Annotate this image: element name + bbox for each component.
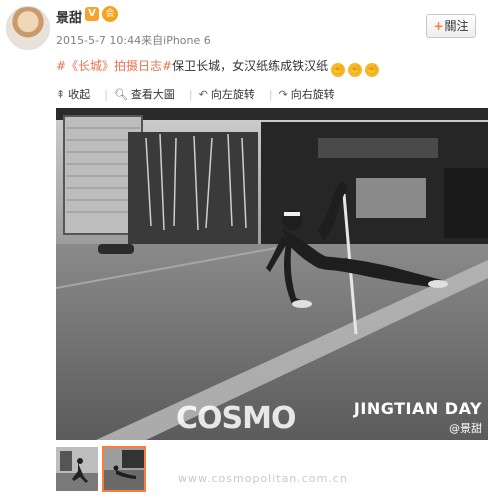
rotate-right-button[interactable]: ↷ 向右旋转	[279, 88, 335, 101]
thumbnail-2-selected[interactable]	[102, 446, 146, 492]
caption-hashtag[interactable]: #《长城》拍摄日志#	[56, 59, 172, 73]
caption-text: 保卫长城，女汉纸练成铁汉纸	[172, 59, 329, 73]
rotate-right-label: 向右旋转	[290, 88, 335, 101]
photo-watermark-user: @景甜	[449, 422, 482, 435]
collapse-button[interactable]: ⇞ 收起	[56, 88, 90, 101]
vip-badge-icon: 会	[102, 6, 118, 22]
emoji-fist-icon: ✊	[348, 63, 363, 77]
rotate-left-icon: ↶	[198, 88, 208, 101]
plus-icon: +	[433, 19, 444, 33]
rotate-left-button[interactable]: ↶ 向左旋转	[199, 88, 255, 101]
post-source: 来自iPhone 6	[141, 34, 211, 47]
photo-watermark-title: JINGTIAN DAY	[353, 399, 482, 418]
avatar[interactable]	[6, 6, 50, 50]
thumbnail-2-image	[104, 448, 144, 490]
follow-button[interactable]: +關注	[426, 14, 476, 38]
view-large-label: 查看大圖	[130, 88, 175, 101]
photo-scene	[56, 108, 488, 440]
divider: |	[104, 88, 108, 101]
timestamp[interactable]: 2015-5-7 10:44	[56, 34, 141, 47]
post-caption: #《长城》拍摄日志#保卫长城，女汉纸练成铁汉纸 ✊ ✊ ✊	[56, 57, 380, 77]
emoji-fist-icon: ✊	[331, 63, 346, 77]
divider: |	[268, 88, 273, 101]
emoji-fist-icon: ✊	[365, 63, 380, 77]
thumbnail-1-image	[56, 447, 98, 491]
rotate-right-icon: ↷	[278, 88, 288, 101]
verified-icon: V	[85, 7, 99, 21]
view-large-button[interactable]: 🔍︎ 查看大圖	[114, 88, 175, 101]
rotate-left-label: 向左旋转	[210, 88, 255, 101]
post-meta: 2015-5-7 10:44来自iPhone 6	[56, 32, 211, 48]
username[interactable]: 景甜	[56, 7, 82, 26]
magnify-icon: 🔍︎	[113, 88, 128, 101]
post-photo[interactable]: COSMO JINGTIAN DAY @景甜	[56, 108, 488, 440]
site-watermark: www.cosmopolitan.com.cn	[178, 472, 348, 485]
cosmo-logo: COSMO	[176, 401, 296, 436]
divider: |	[188, 88, 193, 101]
collapse-icon: ⇞	[56, 88, 66, 101]
follow-label: 關注	[444, 19, 469, 33]
image-toolbar: ⇞ 收起 | 🔍︎ 查看大圖 | ↶ 向左旋转 | ↷ 向右旋转	[56, 86, 349, 102]
collapse-label: 收起	[68, 88, 91, 101]
thumbnail-1[interactable]	[56, 447, 98, 491]
